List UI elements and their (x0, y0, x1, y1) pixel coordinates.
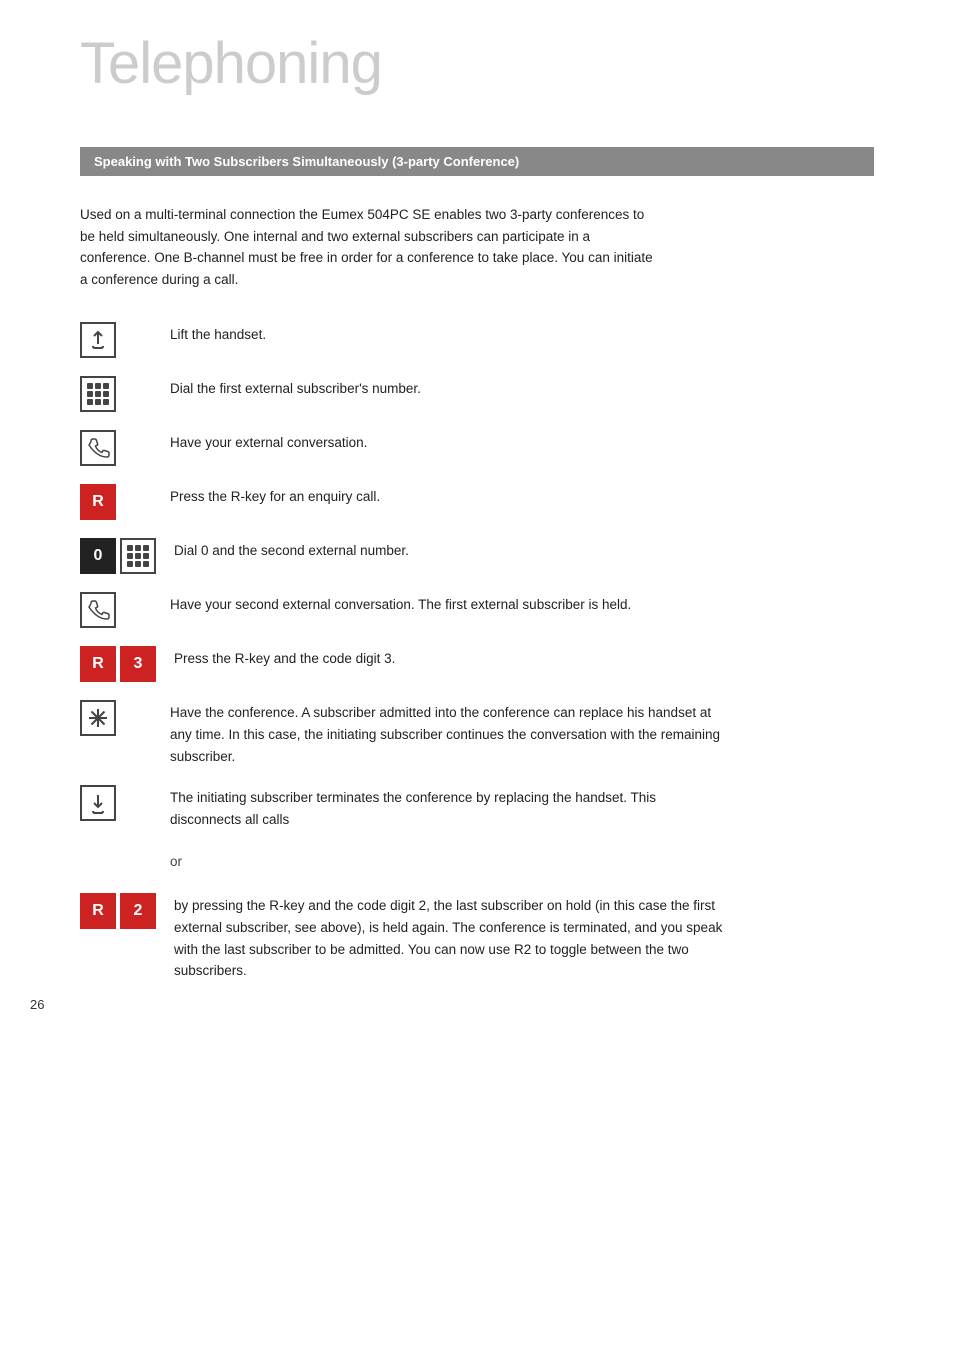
keypad-icon-1 (80, 376, 116, 412)
description: Used on a multi-terminal connection the … (80, 204, 660, 290)
page: Telephoning Speaking with Two Subscriber… (0, 0, 954, 1042)
phone-conv-icon-1 (80, 430, 116, 466)
handset-down-icon (80, 785, 116, 821)
steps-list: Lift the handset. Dial the first externa… (80, 322, 874, 981)
r-key-icon-3: R (80, 893, 116, 929)
step-7: R 3 Press the R-key and the code digit 3… (80, 646, 874, 682)
step-8: Have the conference. A subscriber admitt… (80, 700, 874, 767)
page-title: Telephoning (80, 30, 874, 97)
step-7-icons: R 3 (80, 646, 156, 682)
step-9: The initiating subscriber terminates the… (80, 785, 874, 830)
phone-conv-icon-2 (80, 592, 116, 628)
step-2-text: Dial the first external subscriber's num… (170, 376, 421, 400)
step-5: 0 Dial 0 and the second external number. (80, 538, 874, 574)
step-4: R Press the R-key for an enquiry call. (80, 484, 874, 520)
r-key-icon-2: R (80, 646, 116, 682)
step-1: Lift the handset. (80, 322, 874, 358)
step-6-text: Have your second external conversation. … (170, 592, 631, 616)
step-9-text: The initiating subscriber terminates the… (170, 785, 730, 830)
page-number: 26 (30, 997, 44, 1012)
step-3: Have your external conversation. (80, 430, 874, 466)
zero-key-icon: 0 (80, 538, 116, 574)
conference-icon (80, 700, 116, 736)
step-9-icons (80, 785, 152, 821)
step-11-text: by pressing the R-key and the code digit… (174, 893, 734, 981)
step-5-icons: 0 (80, 538, 156, 574)
keypad-icon-2 (120, 538, 156, 574)
step-8-icons (80, 700, 152, 736)
step-11-icons: R 2 (80, 893, 156, 929)
step-1-text: Lift the handset. (170, 322, 266, 346)
step-3-text: Have your external conversation. (170, 430, 367, 454)
step-6: Have your second external conversation. … (80, 592, 874, 628)
step-3-icons (80, 430, 152, 466)
step-11: R 2 by pressing the R-key and the code d… (80, 893, 874, 981)
step-1-icons (80, 322, 152, 358)
step-5-text: Dial 0 and the second external number. (174, 538, 409, 562)
r-key-icon-1: R (80, 484, 116, 520)
two-key-icon: 2 (120, 893, 156, 929)
step-7-text: Press the R-key and the code digit 3. (174, 646, 395, 670)
or-text: or (80, 854, 874, 869)
step-2: Dial the first external subscriber's num… (80, 376, 874, 412)
step-8-text: Have the conference. A subscriber admitt… (170, 700, 730, 767)
step-6-icons (80, 592, 152, 628)
handset-up-icon (80, 322, 116, 358)
step-2-icons (80, 376, 152, 412)
three-key-icon: 3 (120, 646, 156, 682)
section-header: Speaking with Two Subscribers Simultaneo… (80, 147, 874, 176)
step-4-text: Press the R-key for an enquiry call. (170, 484, 380, 508)
step-4-icons: R (80, 484, 152, 520)
